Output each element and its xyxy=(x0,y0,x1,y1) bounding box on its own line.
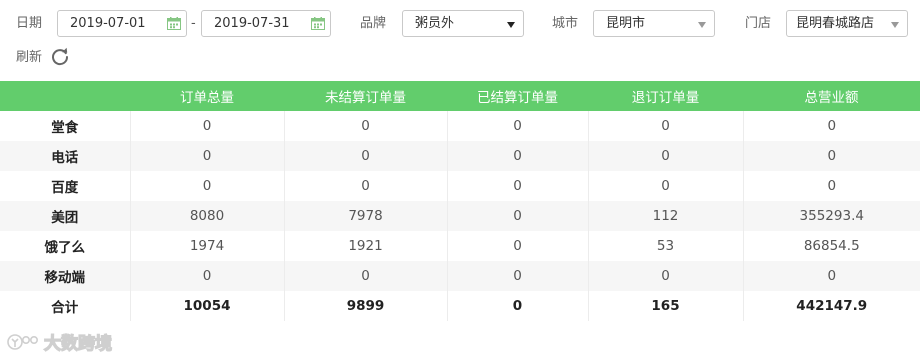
start-date-input[interactable]: 2019-07-01 xyxy=(57,10,187,37)
filter-bar: 日期 2019-07-01 - 2019-07-31 品牌 粥员外 城市 昆明市… xyxy=(0,0,920,76)
calendar-icon[interactable] xyxy=(167,17,181,30)
column-header: 退订订单量 xyxy=(588,81,743,111)
table-cell: 0 xyxy=(129,171,284,201)
brand-label: 品牌 xyxy=(360,16,387,31)
date-separator: - xyxy=(191,16,196,31)
table-cell: 0 xyxy=(129,111,284,141)
refresh-icon[interactable] xyxy=(50,47,70,67)
store-label: 门店 xyxy=(745,16,772,31)
end-date-input[interactable]: 2019-07-31 xyxy=(201,10,331,37)
table-cell: 112 xyxy=(587,201,743,231)
table-total-row: 合计 10054 9899 0 165 442147.9 xyxy=(0,291,920,321)
refresh-label: 刷新 xyxy=(16,50,43,65)
table-cell: 0 xyxy=(742,261,920,291)
table-cell: 53 xyxy=(587,231,743,261)
table-cell: 0 xyxy=(587,171,743,201)
table-row: 堂食 0 0 0 0 0 xyxy=(0,111,920,141)
table-row: 移动端 0 0 0 0 0 xyxy=(0,261,920,291)
table-cell: 0 xyxy=(587,141,743,171)
row-label: 百度 xyxy=(51,180,79,196)
row-label: 电话 xyxy=(0,141,130,171)
column-header: 总营业额 xyxy=(743,81,920,111)
table-cell: 0 xyxy=(446,141,588,171)
row-label: 美团 xyxy=(0,201,130,231)
table-cell: 1974 xyxy=(129,231,284,261)
table-cell: 0 xyxy=(587,261,743,291)
date-label: 日期 xyxy=(16,16,43,31)
table-cell: 7978 xyxy=(283,201,447,231)
city-label: 城市 xyxy=(552,16,579,31)
city-select-value: 昆明市 xyxy=(606,16,646,31)
column-header: 未结算订单量 xyxy=(284,81,447,111)
row-label: 堂食 xyxy=(51,120,79,136)
table-row: 电话 0 0 0 0 0 xyxy=(0,141,920,171)
store-select-value: 昆明春城路店 xyxy=(796,16,875,31)
end-date-value: 2019-07-31 xyxy=(214,16,290,31)
row-label: 移动端 xyxy=(0,261,130,291)
calendar-icon[interactable] xyxy=(311,17,325,30)
table-cell: 9899 xyxy=(283,291,447,321)
table-cell: 0 xyxy=(283,261,447,291)
table-cell: 0 xyxy=(283,141,447,171)
watermark-logo: 大数跨境 xyxy=(7,332,113,354)
table-cell: 1921 xyxy=(283,231,447,261)
brand-select[interactable]: 粥员外 xyxy=(402,10,524,37)
city-select[interactable]: 昆明市 xyxy=(593,10,715,37)
table-cell: 0 xyxy=(446,171,588,201)
table-row: 饿了么 1974 1921 0 53 86854.5 xyxy=(0,231,920,261)
store-select[interactable]: 昆明春城路店 xyxy=(786,10,908,37)
table-cell: 355293.4 xyxy=(742,201,920,231)
order-stats-table: 订单总量 未结算订单量 已结算订单量 退订订单量 总营业额 堂食 0 0 0 0… xyxy=(0,81,920,321)
table-cell: 0 xyxy=(587,111,743,141)
table-header-row: 订单总量 未结算订单量 已结算订单量 退订订单量 总营业额 xyxy=(0,81,920,111)
start-date-value: 2019-07-01 xyxy=(70,16,146,31)
column-header: 订单总量 xyxy=(130,81,284,111)
table-cell: 8080 xyxy=(129,201,284,231)
table-cell: 442147.9 xyxy=(742,291,920,321)
table-cell: 0 xyxy=(446,261,588,291)
brand-select-value: 粥员外 xyxy=(415,16,455,31)
column-header xyxy=(0,81,130,111)
table-cell: 0 xyxy=(742,171,920,201)
table-cell: 0 xyxy=(129,141,284,171)
table-row: 美团 8080 7978 0 112 355293.4 xyxy=(0,201,920,231)
table-cell: 0 xyxy=(446,231,588,261)
chevron-down-icon xyxy=(698,22,706,28)
chevron-down-icon xyxy=(507,22,515,28)
table-cell: 0 xyxy=(283,111,447,141)
column-header: 已结算订单量 xyxy=(447,81,588,111)
row-label: 饿了么 xyxy=(44,240,86,256)
table-row: 百度 0 0 0 0 0 xyxy=(0,171,920,201)
table-cell: 0 xyxy=(742,111,920,141)
table-cell: 0 xyxy=(129,261,284,291)
table-cell: 0 xyxy=(742,141,920,171)
chevron-down-icon xyxy=(891,22,899,28)
watermark-text: 大数跨境 xyxy=(44,333,112,354)
table-cell: 0 xyxy=(446,291,588,321)
table-cell: 0 xyxy=(283,171,447,201)
row-label: 合计 xyxy=(51,300,79,316)
table-cell: 165 xyxy=(587,291,743,321)
table-cell: 0 xyxy=(446,111,588,141)
table-cell: 0 xyxy=(446,201,588,231)
table-cell: 86854.5 xyxy=(742,231,920,261)
table-cell: 10054 xyxy=(129,291,284,321)
